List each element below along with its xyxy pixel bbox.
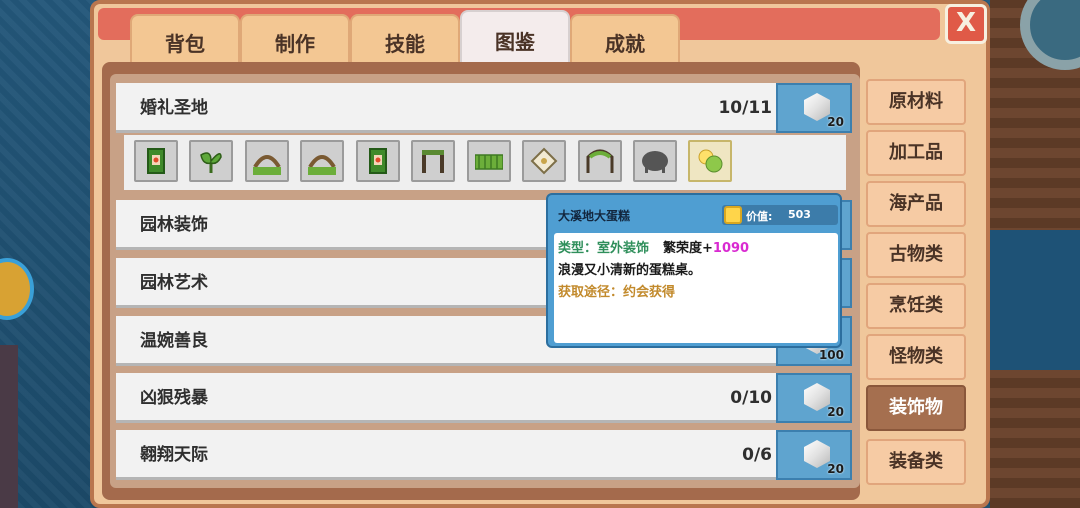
vine-arch-icon — [586, 149, 614, 173]
item-slot[interactable] — [688, 140, 732, 182]
item-type: 类型：室外装饰 — [558, 241, 650, 256]
reward-quantity: 20 — [827, 115, 844, 129]
item-slot[interactable] — [578, 140, 622, 182]
coin-icon — [724, 206, 742, 224]
item-slot[interactable] — [522, 140, 566, 182]
reward-button[interactable]: 20 — [776, 373, 852, 423]
fence-icon — [475, 154, 503, 170]
category-processed[interactable]: 加工品 — [866, 130, 966, 176]
category-cooking[interactable]: 烹饪类 — [866, 283, 966, 329]
tab-skills[interactable]: 技能 — [350, 14, 460, 68]
reward-quantity: 20 — [827, 405, 844, 419]
tooltip-title: 大溪地大蛋糕 — [558, 209, 631, 223]
value-box: 价值: 503 — [722, 205, 838, 225]
category-monsters[interactable]: 怪物类 — [866, 334, 966, 380]
green-card-icon — [369, 148, 387, 174]
collection-progress: 10/11 — [718, 98, 772, 118]
grass-arch-icon — [308, 155, 336, 175]
collection-name: 凶狠残暴 — [140, 388, 208, 408]
reward-quantity: 100 — [818, 348, 844, 362]
item-tooltip: 大溪地大蛋糕 价值: 503 类型：室外装饰 繁荣度+1090 浪漫又小清新的蛋糕… — [546, 193, 842, 348]
collection-row[interactable]: 婚礼圣地 10/11 — [116, 83, 776, 133]
collection-name: 园林装饰 — [140, 215, 208, 235]
locked-silhouette-icon — [642, 151, 668, 173]
prosperity-value: 1090 — [712, 241, 750, 256]
item-source: 获取途径：约会获得 — [558, 285, 676, 300]
category-raw-materials[interactable]: 原材料 — [866, 79, 966, 125]
collection-progress: 0/10 — [730, 388, 772, 408]
grass-arch-icon — [253, 155, 281, 175]
close-button[interactable]: X — [945, 4, 987, 44]
tooltip-body: 类型：室外装饰 繁荣度+1090 浪漫又小清新的蛋糕桌。 获取途径：约会获得 — [554, 233, 838, 343]
collection-name: 温婉善良 — [140, 331, 208, 351]
tab-backpack[interactable]: 背包 — [130, 14, 240, 68]
value-amount: 503 — [788, 208, 811, 221]
item-description: 浪漫又小清新的蛋糕桌。 — [558, 263, 702, 278]
cake-icon — [698, 149, 723, 173]
category-decorations[interactable]: 装饰物 — [866, 385, 966, 431]
lamp-icon — [530, 147, 558, 175]
value-label: 价值: — [746, 210, 773, 223]
item-slot[interactable] — [356, 140, 400, 182]
category-seafood[interactable]: 海产品 — [866, 181, 966, 227]
plant-icon — [200, 152, 222, 173]
tab-achievements[interactable]: 成就 — [570, 14, 680, 68]
item-slot[interactable] — [467, 140, 511, 182]
item-slot[interactable] — [245, 140, 289, 182]
reward-button[interactable]: 20 — [776, 83, 852, 133]
collection-row[interactable]: 凶狠残暴 0/10 — [116, 373, 776, 423]
left-pier — [0, 345, 18, 508]
item-slot[interactable] — [300, 140, 344, 182]
item-slot[interactable] — [633, 140, 677, 182]
tooltip-type-line: 类型：室外装饰 繁荣度+1090 — [558, 238, 834, 260]
category-antiques[interactable]: 古物类 — [866, 232, 966, 278]
dock-water — [990, 230, 1080, 370]
reward-button[interactable]: 20 — [776, 430, 852, 480]
item-slot[interactable] — [134, 140, 178, 182]
category-equipment[interactable]: 装备类 — [866, 439, 966, 485]
tab-crafting[interactable]: 制作 — [240, 14, 350, 68]
item-slot[interactable] — [411, 140, 455, 182]
reward-quantity: 20 — [827, 462, 844, 476]
garden-gate-icon — [422, 150, 444, 173]
collection-name: 婚礼圣地 — [140, 98, 208, 118]
green-card-icon — [147, 148, 165, 174]
collection-row[interactable]: 翱翔天际 0/6 — [116, 430, 776, 480]
collection-name: 园林艺术 — [140, 273, 208, 293]
collection-name: 翱翔天际 — [140, 445, 208, 465]
prosperity-label: 繁荣度+ — [663, 241, 713, 256]
item-slot[interactable] — [189, 140, 233, 182]
collection-progress: 0/6 — [742, 445, 772, 465]
